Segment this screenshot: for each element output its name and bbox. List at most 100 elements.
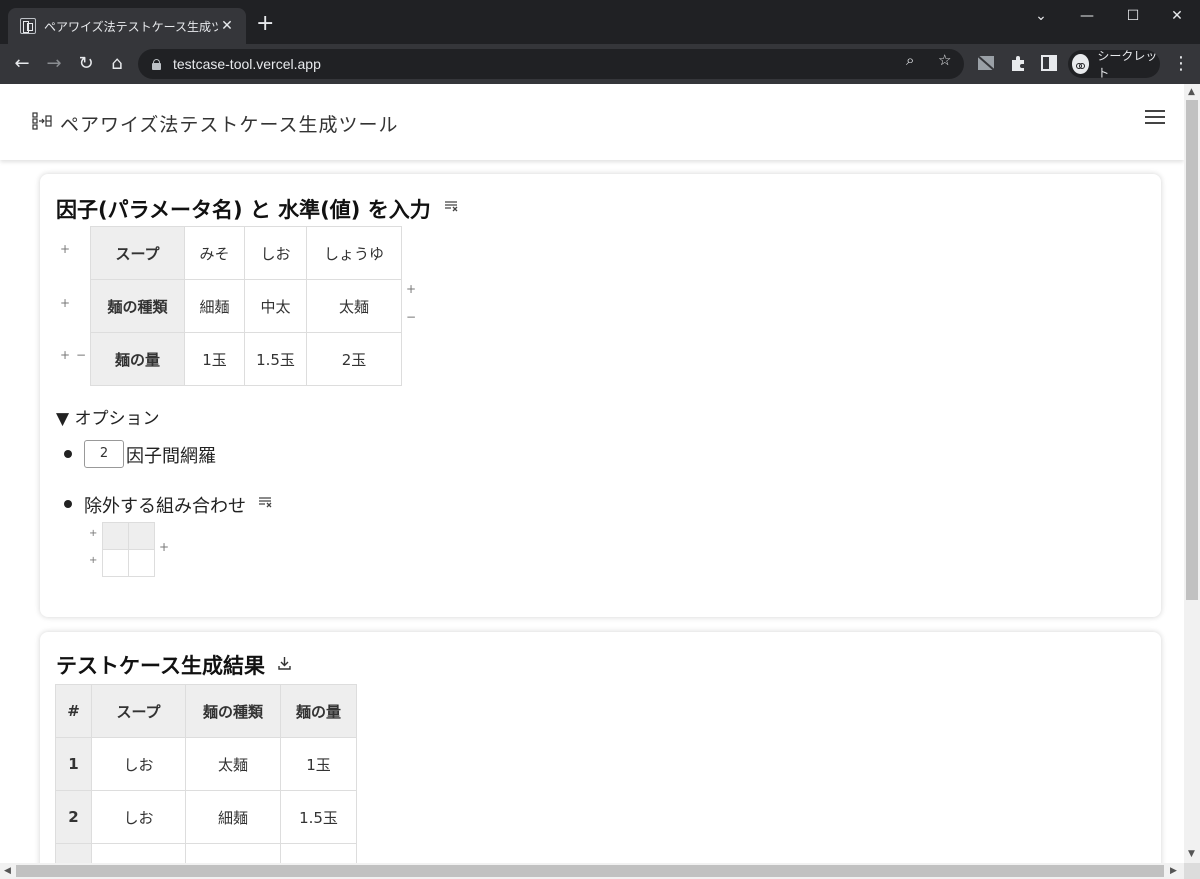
browser-tab[interactable]: ペアワイズ法テストケース生成ツール ✕ <box>8 8 246 44</box>
scroll-up-icon[interactable]: ▲ <box>1188 87 1195 97</box>
exclusion-table <box>102 522 155 577</box>
minimize-icon[interactable]: — <box>1064 4 1110 28</box>
table-cell <box>185 843 281 863</box>
list-bullet <box>64 450 72 458</box>
factor-row: 麺の量 1玉 1.5玉 2玉 <box>90 332 402 386</box>
factor-name-cell[interactable]: スープ <box>90 226 185 280</box>
input-card: 因子(パラメータ名) と 水準(値) を入力 スープ みそ しお しょうゆ 麺の… <box>40 174 1161 617</box>
input-section-heading: 因子(パラメータ名) と 水準(値) を入力 <box>56 194 458 224</box>
row-number: 1 <box>55 737 92 791</box>
level-cell[interactable]: しお <box>244 226 307 280</box>
table-row <box>55 843 357 863</box>
exclusion-label: 除外する組み合わせ <box>84 496 246 517</box>
horizontal-scrollbar[interactable]: ◀ ▶ <box>0 863 1184 879</box>
results-header-row: # スープ 麺の種類 麺の量 <box>55 684 357 738</box>
exclusion-cell[interactable] <box>128 549 155 577</box>
row-number: 2 <box>55 790 92 844</box>
add-exclusion-column-button[interactable]: + <box>159 540 169 554</box>
add-row-button[interactable]: + <box>60 296 70 310</box>
scrollbar-corner <box>1184 863 1200 879</box>
column-header: # <box>55 684 92 738</box>
tab-search-icon[interactable]: ⌄ <box>1018 4 1064 28</box>
results-section-heading: テストケース生成結果 <box>56 650 291 680</box>
options-toggle[interactable]: ▼ オプション <box>56 404 159 429</box>
reload-icon[interactable]: ↻ <box>74 52 98 76</box>
level-cell[interactable]: 1.5玉 <box>244 332 307 386</box>
zoom-icon[interactable]: ⌕ <box>906 51 914 69</box>
app-header: ペアワイズ法テストケース生成ツール <box>0 84 1184 160</box>
column-header: 麺の種類 <box>185 684 281 738</box>
bookmark-star-icon[interactable]: ☆ <box>938 51 951 69</box>
incognito-profile-button[interactable]: シークレット <box>1068 49 1160 80</box>
strength-input[interactable]: 2 <box>84 440 124 468</box>
window-close-icon[interactable]: ✕ <box>1154 4 1200 28</box>
scroll-left-icon[interactable]: ◀ <box>4 866 11 876</box>
level-cell[interactable]: しょうゆ <box>306 226 402 280</box>
remove-row-button[interactable]: − <box>76 348 86 362</box>
factor-row: 麺の種類 細麺 中太 太麺 <box>90 279 402 333</box>
results-table: # スープ 麺の種類 麺の量 1 しお 太麺 1玉 2 しお 細麺 1.5玉 <box>55 684 357 863</box>
home-icon[interactable]: ⌂ <box>105 52 129 76</box>
vertical-scroll-thumb[interactable] <box>1186 100 1198 600</box>
exclusion-header-cell[interactable] <box>102 522 129 550</box>
clear-exclusions-icon[interactable] <box>258 496 272 508</box>
add-exclusion-row-button[interactable]: + <box>89 555 97 566</box>
extension-app-icon[interactable] <box>977 54 995 72</box>
exclusion-row <box>102 549 155 577</box>
factor-name-cell[interactable]: 麺の量 <box>90 332 185 386</box>
horizontal-scroll-thumb[interactable] <box>16 865 1164 877</box>
table-cell <box>280 843 357 863</box>
level-cell[interactable]: 2玉 <box>306 332 402 386</box>
table-cell: 1玉 <box>280 737 357 791</box>
back-icon[interactable]: ← <box>10 52 34 76</box>
factor-row: スープ みそ しお しょうゆ <box>90 226 402 280</box>
extensions-puzzle-icon[interactable] <box>1009 54 1027 72</box>
side-panel-icon[interactable] <box>1040 54 1058 72</box>
input-section-title: 因子(パラメータ名) と 水準(値) を入力 <box>56 198 431 222</box>
table-cell: しお <box>91 737 186 791</box>
app-favicon-icon <box>20 18 36 34</box>
factors-table: スープ みそ しお しょうゆ 麺の種類 細麺 中太 太麺 麺の量 1玉 1.5玉… <box>90 226 402 386</box>
table-cell: 細麺 <box>185 790 281 844</box>
scroll-down-icon[interactable]: ▼ <box>1188 849 1195 859</box>
scroll-right-icon[interactable]: ▶ <box>1170 866 1177 876</box>
column-header: スープ <box>91 684 186 738</box>
table-cell: 1.5玉 <box>280 790 357 844</box>
browser-toolbar: ← → ↻ ⌂ testcase-tool.vercel.app ⌕ ☆ シーク… <box>0 44 1200 84</box>
page-viewport: ペアワイズ法テストケース生成ツール 因子(パラメータ名) と 水準(値) を入力… <box>0 84 1184 863</box>
level-cell[interactable]: 細麺 <box>184 279 245 333</box>
clear-all-icon[interactable] <box>444 200 458 212</box>
exclusion-header-cell[interactable] <box>128 522 155 550</box>
add-exclusion-row-button[interactable]: + <box>89 528 97 539</box>
tab-title: ペアワイズ法テストケース生成ツール <box>44 19 218 34</box>
level-cell[interactable]: 1玉 <box>184 332 245 386</box>
table-row: 2 しお 細麺 1.5玉 <box>55 790 357 844</box>
level-cell[interactable]: 太麺 <box>306 279 402 333</box>
table-cell <box>91 843 186 863</box>
hamburger-menu-icon[interactable] <box>1145 110 1165 124</box>
add-row-button[interactable]: + <box>60 348 70 362</box>
app-title: ペアワイズ法テストケース生成ツール <box>60 114 399 136</box>
browser-titlebar: ペアワイズ法テストケース生成ツール ✕ + ⌄ — ☐ ✕ <box>0 0 1200 44</box>
tab-close-icon[interactable]: ✕ <box>218 18 236 34</box>
add-row-button[interactable]: + <box>60 242 70 256</box>
new-tab-button[interactable]: + <box>256 12 274 36</box>
results-card: テストケース生成結果 # スープ 麺の種類 麺の量 1 しお 太麺 1玉 2 し… <box>40 632 1161 863</box>
forward-icon[interactable]: → <box>42 52 66 76</box>
level-cell[interactable]: 中太 <box>244 279 307 333</box>
app-logo-icon <box>32 112 52 130</box>
browser-menu-icon[interactable]: ⋮ <box>1172 54 1190 74</box>
url-text: testcase-tool.vercel.app <box>173 56 321 72</box>
factor-name-cell[interactable]: 麺の種類 <box>90 279 185 333</box>
strength-label: 因子間網羅 <box>126 446 216 467</box>
results-section-title: テストケース生成結果 <box>56 654 265 678</box>
vertical-scrollbar[interactable]: ▲ ▼ <box>1184 84 1200 863</box>
maximize-icon[interactable]: ☐ <box>1110 4 1156 28</box>
exclusion-cell[interactable] <box>102 549 129 577</box>
remove-column-button[interactable]: − <box>406 310 416 324</box>
download-icon[interactable] <box>278 656 291 670</box>
level-cell[interactable]: みそ <box>184 226 245 280</box>
lock-icon <box>152 58 161 70</box>
add-column-button[interactable]: + <box>406 282 416 296</box>
address-bar[interactable]: testcase-tool.vercel.app <box>138 49 964 79</box>
